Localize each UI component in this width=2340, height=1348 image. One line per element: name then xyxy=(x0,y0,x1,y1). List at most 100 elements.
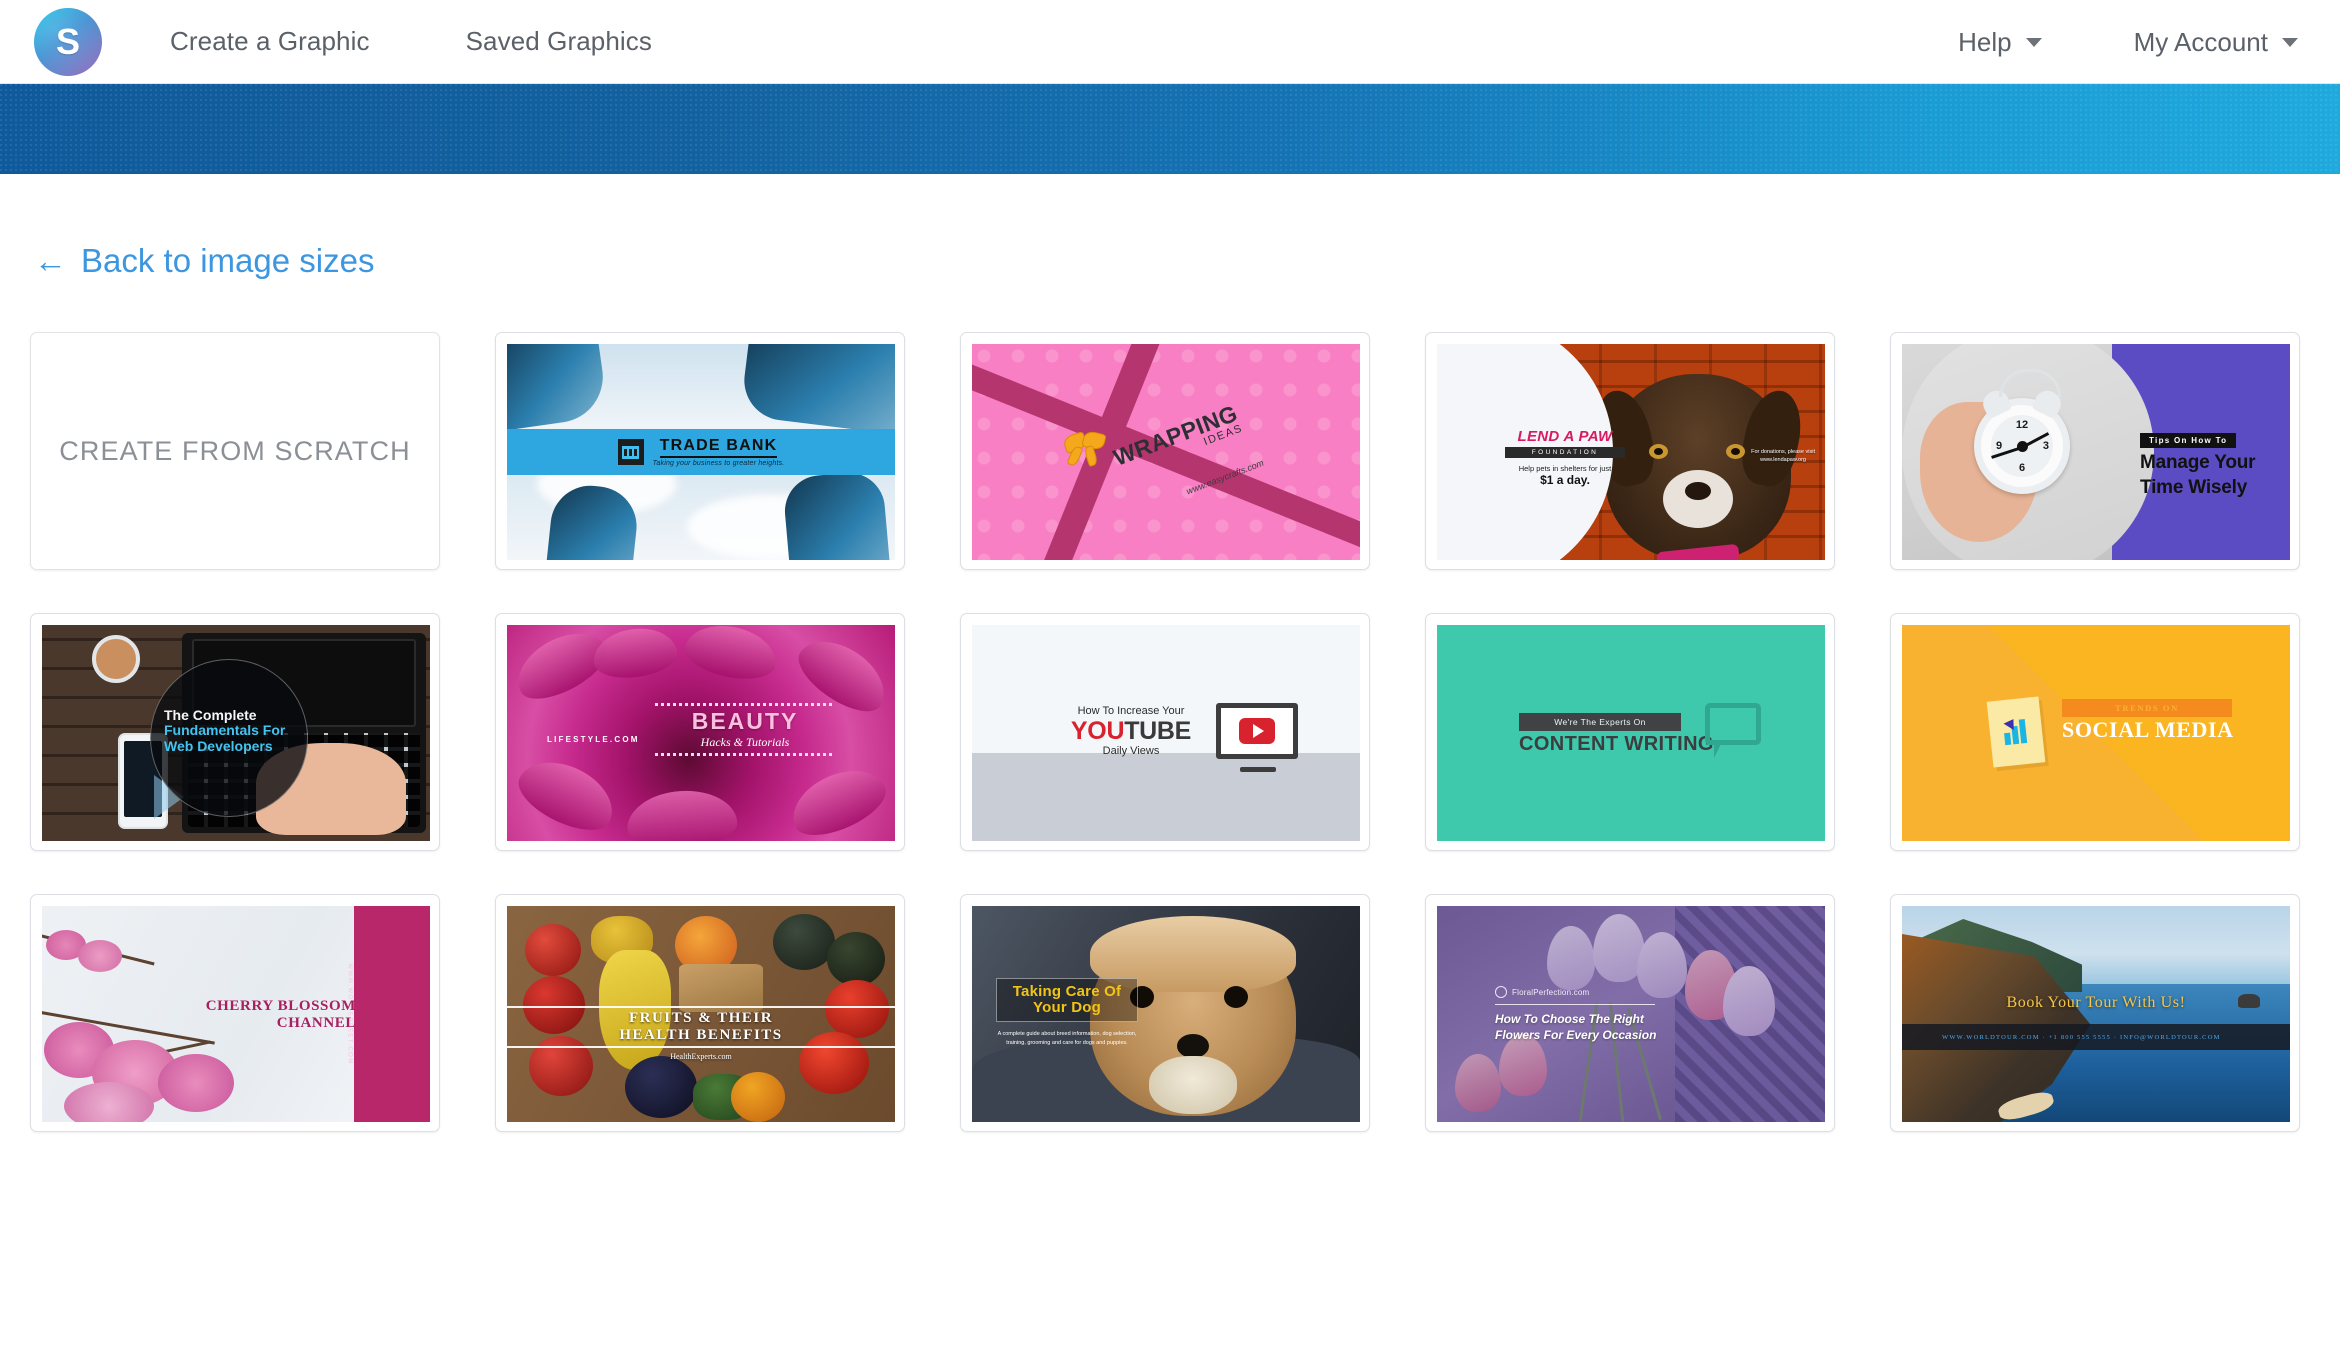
main-content: ← Back to image sizes CREATE FROM SCRATC… xyxy=(0,174,2340,1132)
template-line-3: Daily Views xyxy=(1102,745,1160,757)
text-block: The Complete Fundamentals For Web Develo… xyxy=(164,707,304,754)
template-title-line-2: Flowers For Every Occasion xyxy=(1495,1027,1657,1042)
back-to-image-sizes-link[interactable]: ← Back to image sizes xyxy=(34,242,374,280)
template-thumbnail: The Complete Fundamentals For Web Develo… xyxy=(42,625,430,841)
template-tile-wrapping-ideas[interactable]: WRAPPING IDEAS www.easycrafts.com xyxy=(960,332,1370,570)
template-tile-social-media[interactable]: TRENDS ON SOCIAL MEDIA xyxy=(1890,613,2300,851)
template-line-1: Help pets in shelters for just xyxy=(1518,464,1612,473)
donation-note: For donations, please visit www.lendapaw… xyxy=(1751,448,1815,465)
text-block: Tips On How To Manage Your Time Wisely xyxy=(2140,430,2256,498)
template-subtitle: Taking your business to greater heights. xyxy=(652,460,785,467)
nav-item-help-label: Help xyxy=(1958,26,2012,57)
template-title: CONTENT WRITING xyxy=(1519,733,1714,755)
template-line-2: $1 a day. xyxy=(1540,473,1590,487)
template-tile-web-developers[interactable]: The Complete Fundamentals For Web Develo… xyxy=(30,613,440,851)
nav-item-create-a-graphic[interactable]: Create a Graphic xyxy=(170,26,370,57)
template-title-line-1: Taking Care Of xyxy=(1012,983,1122,1000)
template-thumbnail: FloralPerfection.com How To Choose The R… xyxy=(1437,906,1825,1122)
template-tile-book-your-tour[interactable]: Book Your Tour With Us! WWW.WORLDTOUR.CO… xyxy=(1890,894,2300,1132)
template-title-line-1: Manage Your xyxy=(2140,452,2256,473)
text-block: We're The Experts On CONTENT WRITING xyxy=(1519,713,1714,756)
avocado-shape xyxy=(827,932,885,986)
clock-number: 12 xyxy=(2015,419,2029,431)
color-panel: WWW.WONDERFEET.COM xyxy=(346,906,430,1122)
create-from-scratch-tile[interactable]: CREATE FROM SCRATCH xyxy=(30,332,440,570)
hero-banner xyxy=(0,84,2340,174)
back-link-label: Back to image sizes xyxy=(81,242,375,279)
text-block: LEND A PAW FOUNDATION Help pets in shelt… xyxy=(1505,428,1625,487)
template-thumbnail: FRUITS & THEIR HEALTH BENEFITS HealthExp… xyxy=(507,906,895,1122)
template-title: TRADE BANK xyxy=(659,437,778,458)
rose-logo-icon xyxy=(1495,986,1507,998)
template-line-2: Fundamentals For xyxy=(164,722,286,738)
template-line-1: How To Increase Your xyxy=(1077,705,1185,717)
template-thumbnail: Book Your Tour With Us! WWW.WORLDTOUR.CO… xyxy=(1902,906,2290,1122)
template-brand: FloralPerfection.com xyxy=(1512,987,1590,997)
dotted-rule xyxy=(655,753,835,757)
clock-number: 3 xyxy=(2042,440,2049,452)
template-tile-beauty-hacks[interactable]: LIFESTYLE.COM BEAUTY Hacks & Tutorials xyxy=(495,613,905,851)
template-url: HealthExperts.com xyxy=(670,1052,732,1061)
template-thumbnail: LIFESTYLE.COM BEAUTY Hacks & Tutorials xyxy=(507,625,895,841)
template-contact: WWW.WORLDTOUR.COM · +1 800 555 5555 · IN… xyxy=(1942,1033,2221,1041)
template-title-line-2: Time Wisely xyxy=(2140,476,2248,498)
template-line-1: The Complete xyxy=(164,707,257,723)
grapes-shape xyxy=(625,1056,697,1118)
text-block: How To Increase Your YOUTUBE Daily Views xyxy=(1058,705,1204,757)
blossom-cluster xyxy=(64,1082,154,1122)
clock-number: 6 xyxy=(2018,462,2026,474)
donation-line-1: For donations, please visit xyxy=(1751,449,1815,455)
text-block: How To Choose The Right Flowers For Ever… xyxy=(1495,1012,1685,1044)
template-thumbnail: Taking Care Of Your Dog A complete guide… xyxy=(972,906,1360,1122)
template-thumbnail: TRADE BANK Taking your business to great… xyxy=(507,344,895,560)
chart-card-icon xyxy=(1986,696,2046,768)
template-grid: CREATE FROM SCRATCH TRADE BANK Taking yo… xyxy=(30,332,2310,1132)
contact-bar: WWW.WORLDTOUR.COM · +1 800 555 5555 · IN… xyxy=(1902,1024,2290,1050)
template-tile-content-writing[interactable]: We're The Experts On CONTENT WRITING xyxy=(1425,613,1835,851)
text-block: CHERRY BLOSSOM CHANNEL xyxy=(182,998,356,1032)
template-tile-choose-right-flowers[interactable]: FloralPerfection.com How To Choose The R… xyxy=(1425,894,1835,1132)
dotted-rule xyxy=(655,703,835,706)
template-title-part-2: TUBE xyxy=(1124,717,1192,745)
template-subtitle: Hacks & Tutorials xyxy=(700,735,790,750)
template-tile-taking-care-of-your-dog[interactable]: Taking Care Of Your Dog A complete guide… xyxy=(960,894,1370,1132)
divider xyxy=(1495,1004,1655,1005)
play-button-icon xyxy=(1239,718,1275,744)
template-subtitle: A complete guide about breed information… xyxy=(997,1031,1137,1046)
blossom-cluster xyxy=(78,940,122,972)
app-logo[interactable]: S xyxy=(34,7,102,76)
template-title: Book Your Tour With Us! xyxy=(2006,994,2186,1011)
monitor-stand xyxy=(1240,767,1276,772)
speech-bubble-icon xyxy=(1705,703,1761,758)
template-thumbnail: TRENDS ON SOCIAL MEDIA xyxy=(1902,625,2290,841)
template-thumbnail: LEND A PAW FOUNDATION Help pets in shelt… xyxy=(1437,344,1825,560)
template-tile-youtube-views[interactable]: How To Increase Your YOUTUBE Daily Views xyxy=(960,613,1370,851)
floor-band xyxy=(972,753,1360,841)
template-tile-trade-bank[interactable]: TRADE BANK Taking your business to great… xyxy=(495,332,905,570)
orange-shape xyxy=(731,1072,785,1122)
template-tile-lend-a-paw[interactable]: LEND A PAW FOUNDATION Help pets in shelt… xyxy=(1425,332,1835,570)
fruit-shape xyxy=(529,1036,593,1096)
template-tile-manage-your-time[interactable]: 12 3 6 9 Tips On How To Manage Your Time… xyxy=(1890,332,2300,570)
template-title-part-1: YOU xyxy=(1070,717,1125,745)
template-badge: FOUNDATION xyxy=(1505,447,1625,458)
chevron-down-icon xyxy=(2025,37,2042,47)
donation-line-2: www.lendapaw.org xyxy=(1760,457,1806,464)
template-line-3: Web Developers xyxy=(164,737,273,754)
template-kicker: TRENDS ON xyxy=(2062,699,2232,717)
nav-item-saved-graphics[interactable]: Saved Graphics xyxy=(466,26,652,57)
create-from-scratch-label: CREATE FROM SCRATCH xyxy=(59,435,411,466)
nav-item-my-account[interactable]: My Account xyxy=(2134,27,2298,58)
template-title: SOCIAL MEDIA xyxy=(2062,717,2234,742)
dog-photo xyxy=(1587,374,1809,560)
template-thumbnail: WRAPPING IDEAS www.easycrafts.com xyxy=(972,344,1360,560)
template-brand: LIFESTYLE.COM xyxy=(547,735,640,744)
nav-item-help[interactable]: Help xyxy=(1958,26,2042,58)
bow-icon xyxy=(1061,429,1108,468)
chevron-down-icon xyxy=(2282,37,2298,47)
template-tile-cherry-blossom[interactable]: WWW.WONDERFEET.COM CHERRY BLOSSOM CHANNE… xyxy=(30,894,440,1132)
template-tile-fruits-health[interactable]: FRUITS & THEIR HEALTH BENEFITS HealthExp… xyxy=(495,894,905,1132)
alarm-clock-icon: 12 3 6 9 xyxy=(1974,369,2070,494)
template-title-line-1: CHERRY BLOSSOM xyxy=(205,998,356,1014)
brand-band: TRADE BANK Taking your business to great… xyxy=(507,429,895,475)
